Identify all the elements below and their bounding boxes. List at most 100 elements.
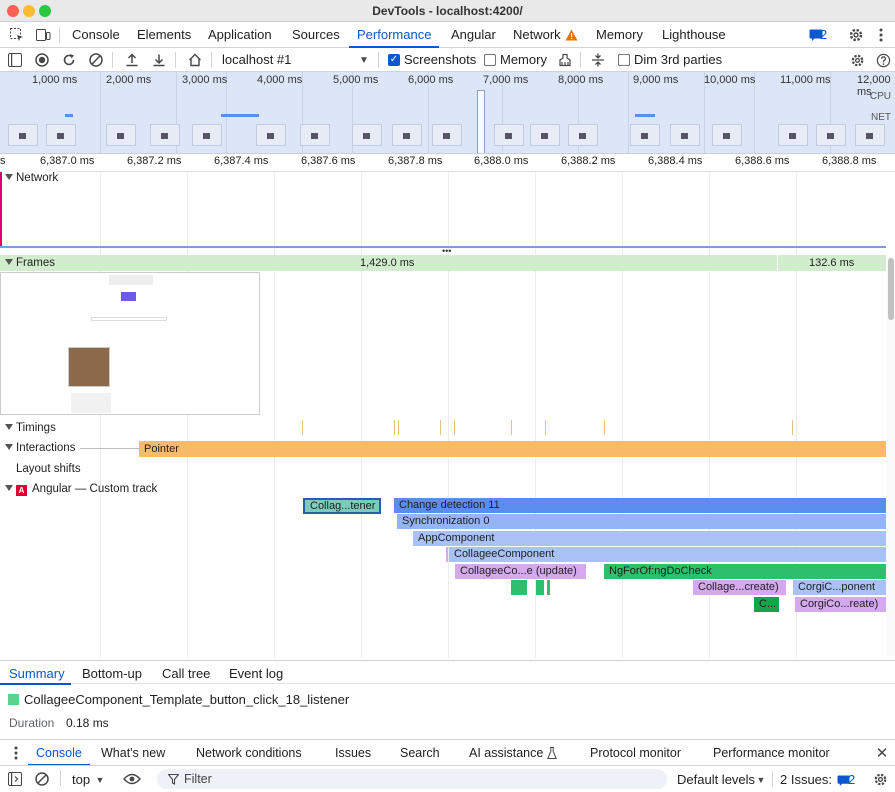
clear-console-icon[interactable] — [32, 769, 52, 789]
frames-track-header[interactable]: Frames — [0, 253, 55, 273]
drawer-tab-performance-monitor[interactable]: Performance monitor — [713, 746, 830, 760]
log-levels-select[interactable]: Default levels — [677, 772, 755, 787]
screenshot-thumbnail[interactable] — [46, 124, 76, 146]
tab-summary[interactable]: Summary — [9, 666, 65, 681]
expand-triangle-icon[interactable] — [5, 424, 13, 430]
tab-console[interactable]: Console — [72, 22, 120, 48]
screenshot-thumbnail[interactable] — [432, 124, 462, 146]
collagee-update-bar[interactable]: CollageeCo...e (update) — [455, 564, 586, 579]
levels-chevron-down-icon[interactable]: ▼ — [751, 770, 771, 790]
chevron-down-icon[interactable]: ▼ — [354, 50, 374, 70]
screenshot-thumbnail[interactable] — [530, 124, 560, 146]
pointer-interaction-bar[interactable]: Pointer — [139, 441, 886, 457]
issues-count[interactable]: 2 — [848, 772, 855, 787]
tab-network[interactable]: Network — [513, 22, 561, 48]
ngdocheck-child-bar[interactable] — [536, 580, 544, 595]
expand-triangle-icon[interactable] — [5, 444, 13, 450]
screenshot-thumbnail[interactable] — [106, 124, 136, 146]
screenshot-thumbnail[interactable] — [568, 124, 598, 146]
console-sidebar-icon[interactable] — [5, 769, 25, 789]
frames-track[interactable] — [0, 255, 886, 271]
drawer-tab-ai-assistance[interactable]: AI assistance — [469, 746, 543, 760]
record-icon[interactable] — [32, 50, 52, 70]
ngdocheck-child-bar[interactable] — [547, 580, 550, 595]
toggle-sidebar-icon[interactable] — [5, 50, 25, 70]
tab-lighthouse[interactable]: Lighthouse — [662, 22, 726, 48]
drawer-menu-icon[interactable] — [6, 743, 26, 763]
live-expression-eye-icon[interactable] — [122, 769, 142, 789]
screenshot-thumbnail[interactable] — [712, 124, 742, 146]
flamechart-scrollbar-thumb[interactable] — [888, 258, 894, 320]
screenshot-thumbnail[interactable] — [816, 124, 846, 146]
console-filter-input[interactable]: Filter — [157, 769, 667, 789]
console-settings-gear-icon[interactable] — [870, 769, 890, 789]
tab-sources[interactable]: Sources — [292, 22, 340, 48]
issues-counter-label[interactable]: 2 Issues: — [780, 772, 832, 787]
garbage-collect-icon[interactable] — [555, 50, 575, 70]
memory-checkbox[interactable] — [484, 54, 496, 66]
drawer-tab-network-conditions[interactable]: Network conditions — [196, 746, 302, 760]
timeline-overview[interactable]: 1,000 ms 2,000 ms 3,000 ms 4,000 ms 5,00… — [0, 72, 895, 154]
ngforof-docheck-bar[interactable]: NgForOf:ngDoCheck — [604, 564, 886, 579]
screenshot-thumbnail[interactable] — [352, 124, 382, 146]
listener-event-bar[interactable]: Collag...tener — [303, 498, 381, 514]
tab-performance[interactable]: Performance — [349, 22, 440, 48]
screenshot-thumbnail[interactable] — [855, 124, 885, 146]
tab-memory[interactable]: Memory — [596, 22, 643, 48]
target-select[interactable]: localhost #1 — [222, 52, 291, 67]
dim-third-parties-checkbox[interactable] — [618, 54, 630, 66]
tab-event-log[interactable]: Event log — [229, 666, 283, 681]
tab-application[interactable]: Application — [208, 22, 272, 48]
home-icon[interactable] — [185, 50, 205, 70]
screenshot-thumbnail[interactable] — [494, 124, 524, 146]
screenshot-thumbnail[interactable] — [150, 124, 180, 146]
tab-bottom-up[interactable]: Bottom-up — [82, 666, 142, 681]
change-detection-bar[interactable]: Change detection 11 — [394, 498, 886, 513]
clear-icon[interactable] — [86, 50, 106, 70]
close-drawer-icon[interactable]: ✕ — [872, 743, 892, 763]
device-toolbar-icon[interactable] — [33, 25, 53, 45]
screenshots-checkbox[interactable]: ✓ — [388, 54, 400, 66]
timings-track-header[interactable]: Timings — [0, 418, 56, 438]
memory-label[interactable]: Memory — [500, 52, 547, 67]
context-chevron-down-icon[interactable]: ▼ — [90, 770, 110, 790]
drawer-tab-search[interactable]: Search — [400, 746, 440, 760]
screenshot-thumbnail[interactable] — [778, 124, 808, 146]
ngdocheck-child-bar[interactable] — [511, 580, 527, 595]
screenshot-thumbnail[interactable] — [300, 124, 330, 146]
drawer-tab-issues[interactable]: Issues — [335, 746, 371, 760]
help-icon[interactable] — [873, 50, 893, 70]
interactions-track-header[interactable]: Interactions — [0, 438, 75, 458]
screenshot-thumbnail[interactable] — [630, 124, 660, 146]
tab-elements[interactable]: Elements — [137, 22, 191, 48]
overview-selection-window[interactable] — [477, 90, 485, 153]
synchronization-bar[interactable]: Synchronization 0 — [397, 514, 886, 529]
corgi-short-bar[interactable]: C... — [754, 597, 779, 612]
screenshot-thumbnail[interactable] — [256, 124, 286, 146]
layout-shifts-track-label[interactable]: Layout shifts — [0, 459, 81, 479]
dim-third-parties-label[interactable]: Dim 3rd parties — [634, 52, 722, 67]
inspect-element-icon[interactable] — [7, 25, 27, 45]
screenshots-label[interactable]: Screenshots — [404, 52, 476, 67]
screenshot-thumbnail[interactable] — [670, 124, 700, 146]
screenshot-thumbnail[interactable] — [8, 124, 38, 146]
corgi-component-bar[interactable]: CorgiC...ponent — [793, 580, 886, 595]
upload-profile-icon[interactable] — [122, 50, 142, 70]
context-select[interactable]: top — [72, 772, 90, 787]
reload-record-icon[interactable] — [59, 50, 79, 70]
expand-triangle-icon[interactable] — [5, 174, 13, 180]
expand-triangle-icon[interactable] — [5, 259, 13, 265]
more-options-icon[interactable] — [871, 25, 891, 45]
download-profile-icon[interactable] — [149, 50, 169, 70]
collagee-component-bar[interactable]: CollageeComponent — [449, 547, 886, 562]
issues-count-badge[interactable]: 2 — [820, 27, 827, 42]
drawer-tab-whats-new[interactable]: What's new — [101, 746, 165, 760]
drawer-tab-console[interactable]: Console — [36, 746, 82, 760]
capture-settings-gear-icon[interactable] — [847, 50, 867, 70]
screenshot-thumbnail[interactable] — [392, 124, 422, 146]
corgi-create-bar[interactable]: CorgiCo...reate) — [795, 597, 886, 612]
template-sliver-bar[interactable] — [446, 547, 448, 562]
app-component-bar[interactable]: AppComponent — [413, 531, 886, 546]
expand-triangle-icon[interactable] — [5, 485, 13, 491]
drawer-tab-protocol-monitor[interactable]: Protocol monitor — [590, 746, 681, 760]
